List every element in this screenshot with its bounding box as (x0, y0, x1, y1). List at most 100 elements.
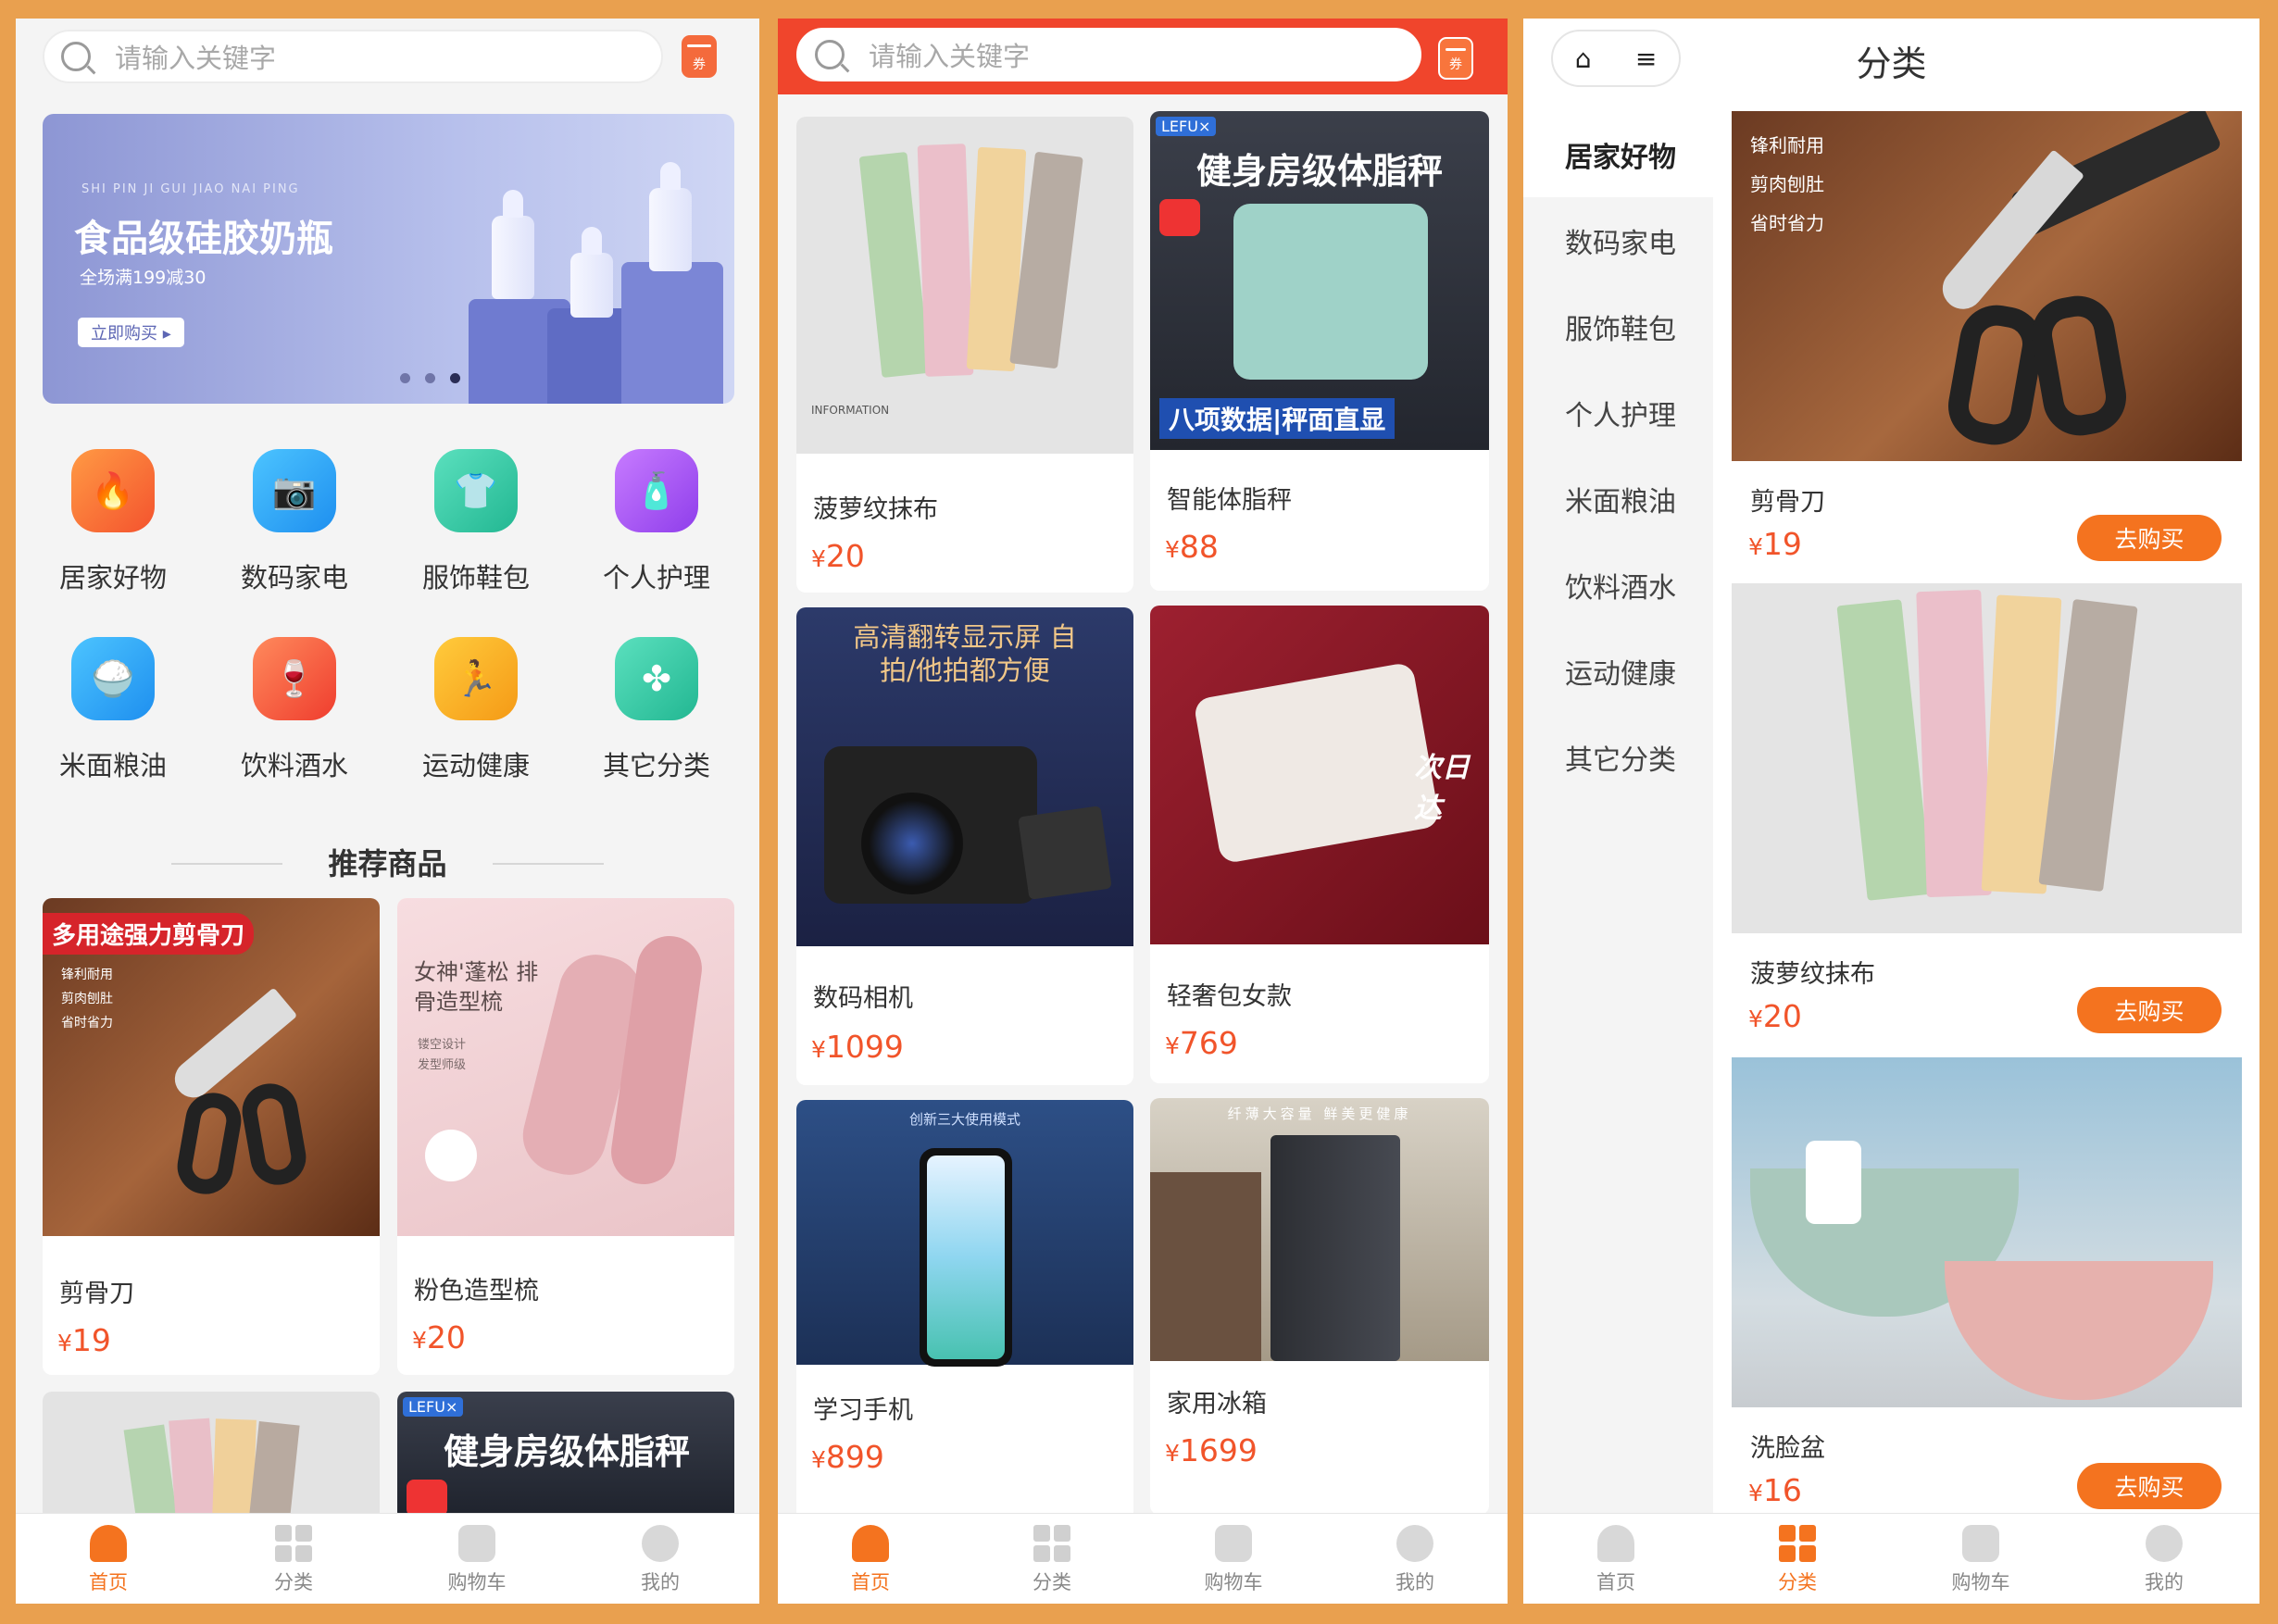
carousel-dots[interactable] (400, 373, 460, 383)
carousel-dot-active[interactable] (450, 373, 460, 383)
product-card[interactable]: 女神'蓬松 排骨造型梳 镂空设计 发型师级 粉色造型梳 ¥20 (397, 898, 734, 1375)
rice-bag-icon: 🍚 (71, 637, 155, 720)
cart-icon (1962, 1525, 1999, 1562)
product-card[interactable]: 次日达 轻奢包女款 ¥769 (1150, 606, 1489, 1083)
image-points: 锋利耐用 剪肉刨肚 省时省力 (1750, 134, 1824, 234)
carousel-dot[interactable] (425, 373, 435, 383)
tab-category[interactable]: 分类 (996, 1525, 1108, 1595)
image-title: 多用途强力剪骨刀 (43, 913, 255, 955)
product-name: 轻奢包女款 (1167, 982, 1292, 1011)
sidebar-item-apparel[interactable]: 服饰鞋包 (1523, 283, 1713, 369)
grid-icon (275, 1525, 312, 1562)
sidebar-item-home-goods[interactable]: 居家好物 (1523, 111, 1713, 197)
tab-home[interactable]: 首页 (53, 1525, 164, 1595)
tab-mine[interactable]: 我的 (1359, 1525, 1471, 1595)
sidebar-item-digital[interactable]: 数码家电 (1523, 197, 1713, 283)
search-icon (815, 40, 845, 69)
running-icon: 🏃 (434, 637, 518, 720)
product-card[interactable] (43, 1392, 380, 1521)
user-icon (1396, 1525, 1433, 1562)
product-price: ¥1699 (1165, 1432, 1258, 1468)
product-price: ¥16 (1748, 1472, 1802, 1508)
banner-title: 食品级硅胶奶瓶 (74, 218, 333, 260)
tab-mine[interactable]: 我的 (2109, 1525, 2220, 1595)
product-price: ¥88 (1165, 529, 1219, 565)
product-price: ¥19 (57, 1322, 111, 1358)
tab-cart[interactable]: 购物车 (421, 1525, 532, 1595)
coupon-icon[interactable]: 券 (682, 35, 717, 78)
product-card[interactable]: 创新三大使用模式 学习手机 ¥899 (796, 1100, 1133, 1522)
product-image: 纤薄大容量 鲜美更健康 (1150, 1098, 1489, 1361)
category-label: 数码家电 (240, 562, 348, 593)
product-card[interactable]: 多用途强力剪骨刀 锋利耐用 剪肉刨肚 省时省力 剪骨刀 ¥19 (43, 898, 380, 1375)
buy-button[interactable]: 去购买 (2077, 1463, 2222, 1509)
tab-home[interactable]: 首页 (1560, 1525, 1671, 1595)
sidebar-item-personal-care[interactable]: 个人护理 (1523, 369, 1713, 456)
product-image[interactable]: 锋利耐用 剪肉刨肚 省时省力 (1732, 111, 2242, 461)
product-name: 剪骨刀 (59, 1280, 134, 1308)
buy-button[interactable]: 去购买 (2077, 515, 2222, 561)
product-card[interactable]: 高清翻转显示屏 自拍/他拍都方便 数码相机 ¥1099 (796, 607, 1133, 1085)
tab-home[interactable]: 首页 (815, 1525, 926, 1595)
coupon-icon[interactable]: 券 (1438, 37, 1473, 80)
product-name: 家用冰箱 (1167, 1390, 1267, 1418)
image-brand: LEFU× (403, 1397, 464, 1417)
tab-mine[interactable]: 我的 (605, 1525, 716, 1595)
user-icon (2146, 1525, 2183, 1562)
home-icon (90, 1525, 127, 1562)
banner-buy-button[interactable]: 立即购买 ▸ (78, 318, 184, 347)
product-image: 高清翻转显示屏 自拍/他拍都方便 (796, 607, 1133, 946)
product-card[interactable]: INFORMATION 菠萝纹抹布 ¥20 (796, 117, 1133, 593)
category-sports[interactable]: 🏃 运动健康 (407, 637, 545, 783)
product-card[interactable]: LEFU× 健身房级体脂秤 八项数据|秤面直显 智能体脂秤 ¥88 (1150, 111, 1489, 591)
promo-banner[interactable]: SHI PIN JI GUI JIAO NAI PING 食品级硅胶奶瓶 全场满… (43, 114, 734, 404)
search-placeholder: 请输入关键字 (869, 41, 1031, 72)
category-label: 其它分类 (602, 750, 710, 781)
product-price: ¥899 (811, 1439, 884, 1475)
tab-cart[interactable]: 购物车 (1178, 1525, 1289, 1595)
home-screen: 请输入关键字 券 SHI PIN JI GUI JIAO NAI PING 食品… (16, 19, 759, 1604)
category-personal-care[interactable]: 🧴 个人护理 (587, 449, 726, 595)
carousel-dot[interactable] (400, 373, 410, 383)
category-label: 个人护理 (602, 562, 710, 593)
product-price: ¥19 (1748, 526, 1802, 562)
tab-category[interactable]: 分类 (1742, 1525, 1853, 1595)
product-image: LEFU× 健身房级体脂秤 (397, 1392, 734, 1521)
category-apparel[interactable]: 👕 服饰鞋包 (407, 449, 545, 595)
sidebar-item-drinks[interactable]: 饮料酒水 (1523, 542, 1713, 628)
category-other[interactable]: ✤ 其它分类 (587, 637, 726, 783)
home-icon (1597, 1525, 1634, 1562)
product-card[interactable]: 纤薄大容量 鲜美更健康 家用冰箱 ¥1699 (1150, 1098, 1489, 1515)
tab-cart[interactable]: 购物车 (1925, 1525, 2036, 1595)
product-image[interactable] (1732, 583, 2242, 933)
banner-subtitle: 全场满199减30 (80, 268, 207, 288)
buy-button[interactable]: 去购买 (2077, 987, 2222, 1033)
category-digital[interactable]: 📷 数码家电 (225, 449, 364, 595)
category-label: 米面粮油 (58, 750, 167, 781)
product-price: ¥20 (412, 1319, 466, 1355)
product-image[interactable] (1732, 1057, 2242, 1407)
category-drinks[interactable]: 🍷 饮料酒水 (225, 637, 364, 783)
category-screen: ⌂ ≡ 分类 居家好物 数码家电 服饰鞋包 个人护理 米面粮油 饮料酒水 运动健… (1523, 19, 2259, 1604)
scale-image (1233, 204, 1428, 380)
heart-icon (407, 1480, 447, 1517)
sidebar-item-sports[interactable]: 运动健康 (1523, 628, 1713, 714)
product-name: 菠萝纹抹布 (813, 495, 938, 524)
cosmetics-icon: 🧴 (615, 449, 698, 532)
category-home-goods[interactable]: 🔥 居家好物 (44, 449, 182, 595)
banner-pinyin: SHI PIN JI GUI JIAO NAI PING (81, 182, 300, 196)
product-card[interactable]: LEFU× 健身房级体脂秤 (397, 1392, 734, 1521)
tab-bar: 首页 分类 购物车 我的 (1523, 1513, 2259, 1604)
product-name: 粉色造型梳 (414, 1277, 539, 1305)
category-label: 居家好物 (58, 562, 167, 593)
image-title: 女神'蓬松 排骨造型梳 (414, 959, 539, 1015)
sidebar-item-grain-oil[interactable]: 米面粮油 (1523, 456, 1713, 542)
product-name: 学习手机 (813, 1396, 913, 1425)
sidebar-item-other[interactable]: 其它分类 (1523, 714, 1713, 800)
cart-icon (458, 1525, 495, 1562)
category-grain-oil[interactable]: 🍚 米面粮油 (44, 637, 182, 783)
search-input[interactable]: 请输入关键字 (43, 30, 663, 83)
image-title: 创新三大使用模式 (908, 1111, 1020, 1128)
search-input[interactable]: 请输入关键字 (796, 28, 1421, 81)
tab-category[interactable]: 分类 (238, 1525, 349, 1595)
